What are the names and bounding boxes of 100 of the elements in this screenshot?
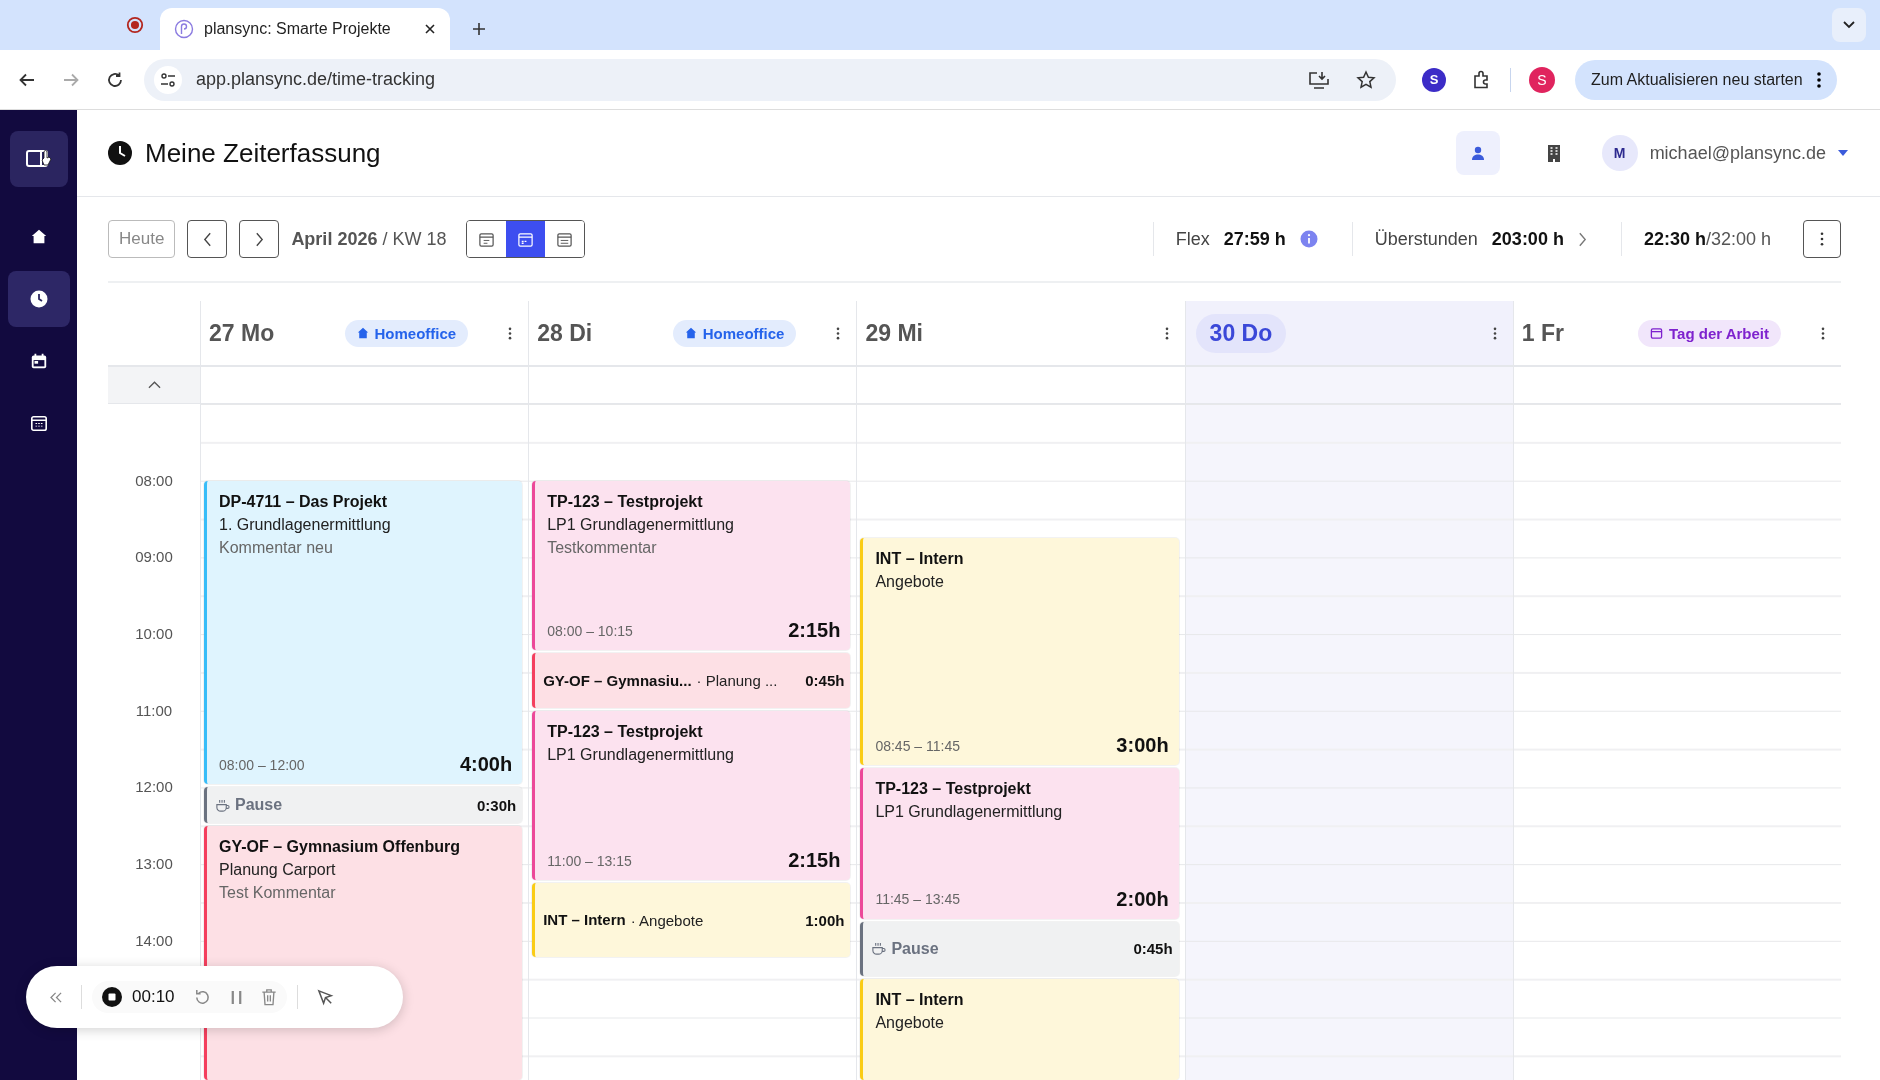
hour-label: 08:00 [135, 470, 173, 491]
update-button[interactable]: Zum Aktualisieren neu starten [1575, 59, 1837, 100]
page-title: Meine Zeiterfassung [145, 137, 381, 169]
entry-time-range: 08:45 – 11:45 [875, 737, 960, 754]
entry-title: DP-4711 – Das Projekt [219, 491, 389, 512]
pause-label: Pause [891, 939, 939, 958]
entry-duration: 0:45h [805, 672, 845, 689]
star-icon[interactable] [1356, 69, 1376, 90]
kebab-icon[interactable] [1492, 326, 1497, 340]
person-icon [1469, 145, 1486, 161]
profile-avatar[interactable]: S [1529, 66, 1555, 93]
more-button[interactable] [1803, 220, 1841, 258]
pause-card[interactable]: Pause 0:45h [860, 921, 1179, 977]
user-avatar[interactable]: M [1601, 135, 1638, 171]
address-bar[interactable]: app.plansync.de/time-tracking [144, 58, 1396, 101]
calendar-grid-icon [29, 414, 48, 432]
home-icon [29, 228, 48, 246]
hour-label: 14:00 [135, 930, 173, 951]
entry-time-range: 08:00 – 10:15 [547, 622, 633, 639]
time-entry-card[interactable]: INT – Intern Angebote 08:45 – 11:45 3:00h [860, 538, 1179, 766]
close-icon[interactable] [424, 23, 436, 35]
tab-list-button[interactable] [1832, 8, 1866, 42]
entry-comment: Test Kommentar [219, 882, 337, 903]
kebab-icon[interactable] [1164, 326, 1169, 340]
time-entry-card[interactable]: TP-123 – Testprojekt LP1 Grundlagenermittlung Testkommentar 08:00 – 10:15 2:15h [532, 480, 851, 651]
kebab-icon[interactable] [508, 326, 513, 340]
entry-task: Angebote [875, 1013, 945, 1034]
coffee-cup-icon [215, 797, 230, 813]
entry-time-range: 11:45 – 13:45 [875, 891, 960, 908]
hour-label: 09:00 [135, 547, 173, 568]
entry-title: INT – Intern [875, 990, 965, 1011]
install-icon[interactable] [1308, 69, 1330, 90]
trash-icon[interactable] [260, 988, 277, 1006]
entry-task: 1. Grundlagenermittlung [219, 514, 392, 535]
sidebar-item[interactable] [7, 271, 70, 327]
day-label: 27 Mo [209, 319, 275, 347]
next-button[interactable] [239, 220, 280, 258]
sidebar-toggle-button[interactable] [9, 131, 68, 187]
caret-icon[interactable] [1838, 150, 1848, 156]
entry-title: TP-123 – Testprojekt [547, 491, 704, 512]
hour-label: 13:00 [135, 854, 173, 875]
time-entry-card[interactable]: INT – Intern · Angebote 1:00h [532, 883, 851, 957]
pause-label: Pause [235, 796, 283, 815]
entry-duration: 2:15h [788, 849, 841, 873]
calendar-icon [478, 230, 496, 248]
user-email[interactable]: michael@plansync.de [1649, 142, 1826, 164]
stop-icon[interactable] [102, 987, 122, 1007]
kebab-icon[interactable] [1821, 326, 1825, 340]
reload-icon[interactable] [106, 70, 124, 89]
pause-icon[interactable] [229, 988, 243, 1006]
hour-label: 12:00 [135, 777, 173, 798]
day-label: 29 Mi [865, 319, 923, 347]
time-entry-card[interactable]: DP-4711 – Das Projekt 1. Grundlagenermittlung Kommentar neu 08:00 – 12:00 4:00h [204, 480, 523, 785]
entry-task: Planung Carport [219, 859, 337, 880]
day-badge: Homeoffice [672, 319, 797, 347]
entry-title: TP-123 – Testprojekt [875, 779, 1032, 800]
pause-card[interactable]: Pause 0:30h [204, 787, 523, 823]
cursor-icon[interactable] [315, 987, 335, 1007]
collapse-icon[interactable] [50, 991, 63, 1003]
time-entry-card[interactable]: TP-123 – Testprojekt LP1 Grundlagenermittlung 11:00 – 13:15 2:15h [532, 710, 851, 881]
site-settings-icon[interactable] [154, 65, 182, 94]
entry-duration: 3:00h [1116, 734, 1169, 758]
day-label: 30 Do [1195, 313, 1287, 353]
week-total: 22:30 h/32:00 h [1643, 228, 1771, 250]
today-button[interactable]: Heute [108, 220, 176, 258]
entry-comment: Testkommentar [547, 537, 658, 558]
kebab-icon[interactable] [836, 326, 841, 340]
view-button[interactable] [506, 221, 546, 257]
day-label: 28 Di [537, 319, 593, 347]
previous-button[interactable] [187, 220, 228, 258]
more-icon [1820, 232, 1824, 246]
hour-label: 11:00 [135, 700, 173, 721]
coffee-cup-icon [871, 941, 887, 957]
personal-view-button[interactable] [1455, 131, 1500, 175]
entry-comment: Kommentar neu [219, 537, 334, 558]
hour-label: 10:00 [135, 624, 173, 645]
time-entry-card[interactable]: TP-123 – Testprojekt LP1 Grundlagenermittlung 11:45 – 13:45 2:00h [860, 768, 1179, 919]
entry-duration: 2:00h [1116, 887, 1169, 911]
entry-duration: 1:00h [805, 911, 845, 929]
flex-label: Flex [1175, 228, 1210, 250]
extension-icon[interactable]: S [1422, 67, 1446, 92]
record-icon [126, 16, 144, 34]
time-entry-card[interactable]: INT – Intern Angebote [860, 979, 1179, 1080]
chevron-right-icon[interactable] [1577, 231, 1587, 247]
pause-duration: 0:45h [1133, 940, 1173, 958]
calendar-icon [517, 230, 535, 248]
time-entry-card[interactable]: GY-OF – Gymnasiu... · Planung ... 0:45h [532, 653, 851, 708]
app-logo-icon [174, 19, 194, 39]
entry-title: INT – Intern [875, 549, 965, 570]
entry-duration: 2:15h [788, 619, 841, 643]
browser-tab[interactable]: plansync: Smarte Projekte [160, 8, 450, 50]
entry-task: LP1 Grundlagenermittlung [547, 744, 735, 765]
entry-task: LP1 Grundlagenermittlung [547, 514, 735, 535]
url-text: app.plansync.de/time-tracking [196, 69, 436, 90]
entry-task: LP1 Grundlagenermittlung [875, 802, 1064, 823]
house-icon [356, 327, 369, 339]
info-icon[interactable] [1299, 230, 1318, 248]
new-tab-icon[interactable] [472, 22, 486, 36]
day-label: 1 Fr [1521, 319, 1564, 347]
building-icon[interactable] [1545, 144, 1562, 162]
